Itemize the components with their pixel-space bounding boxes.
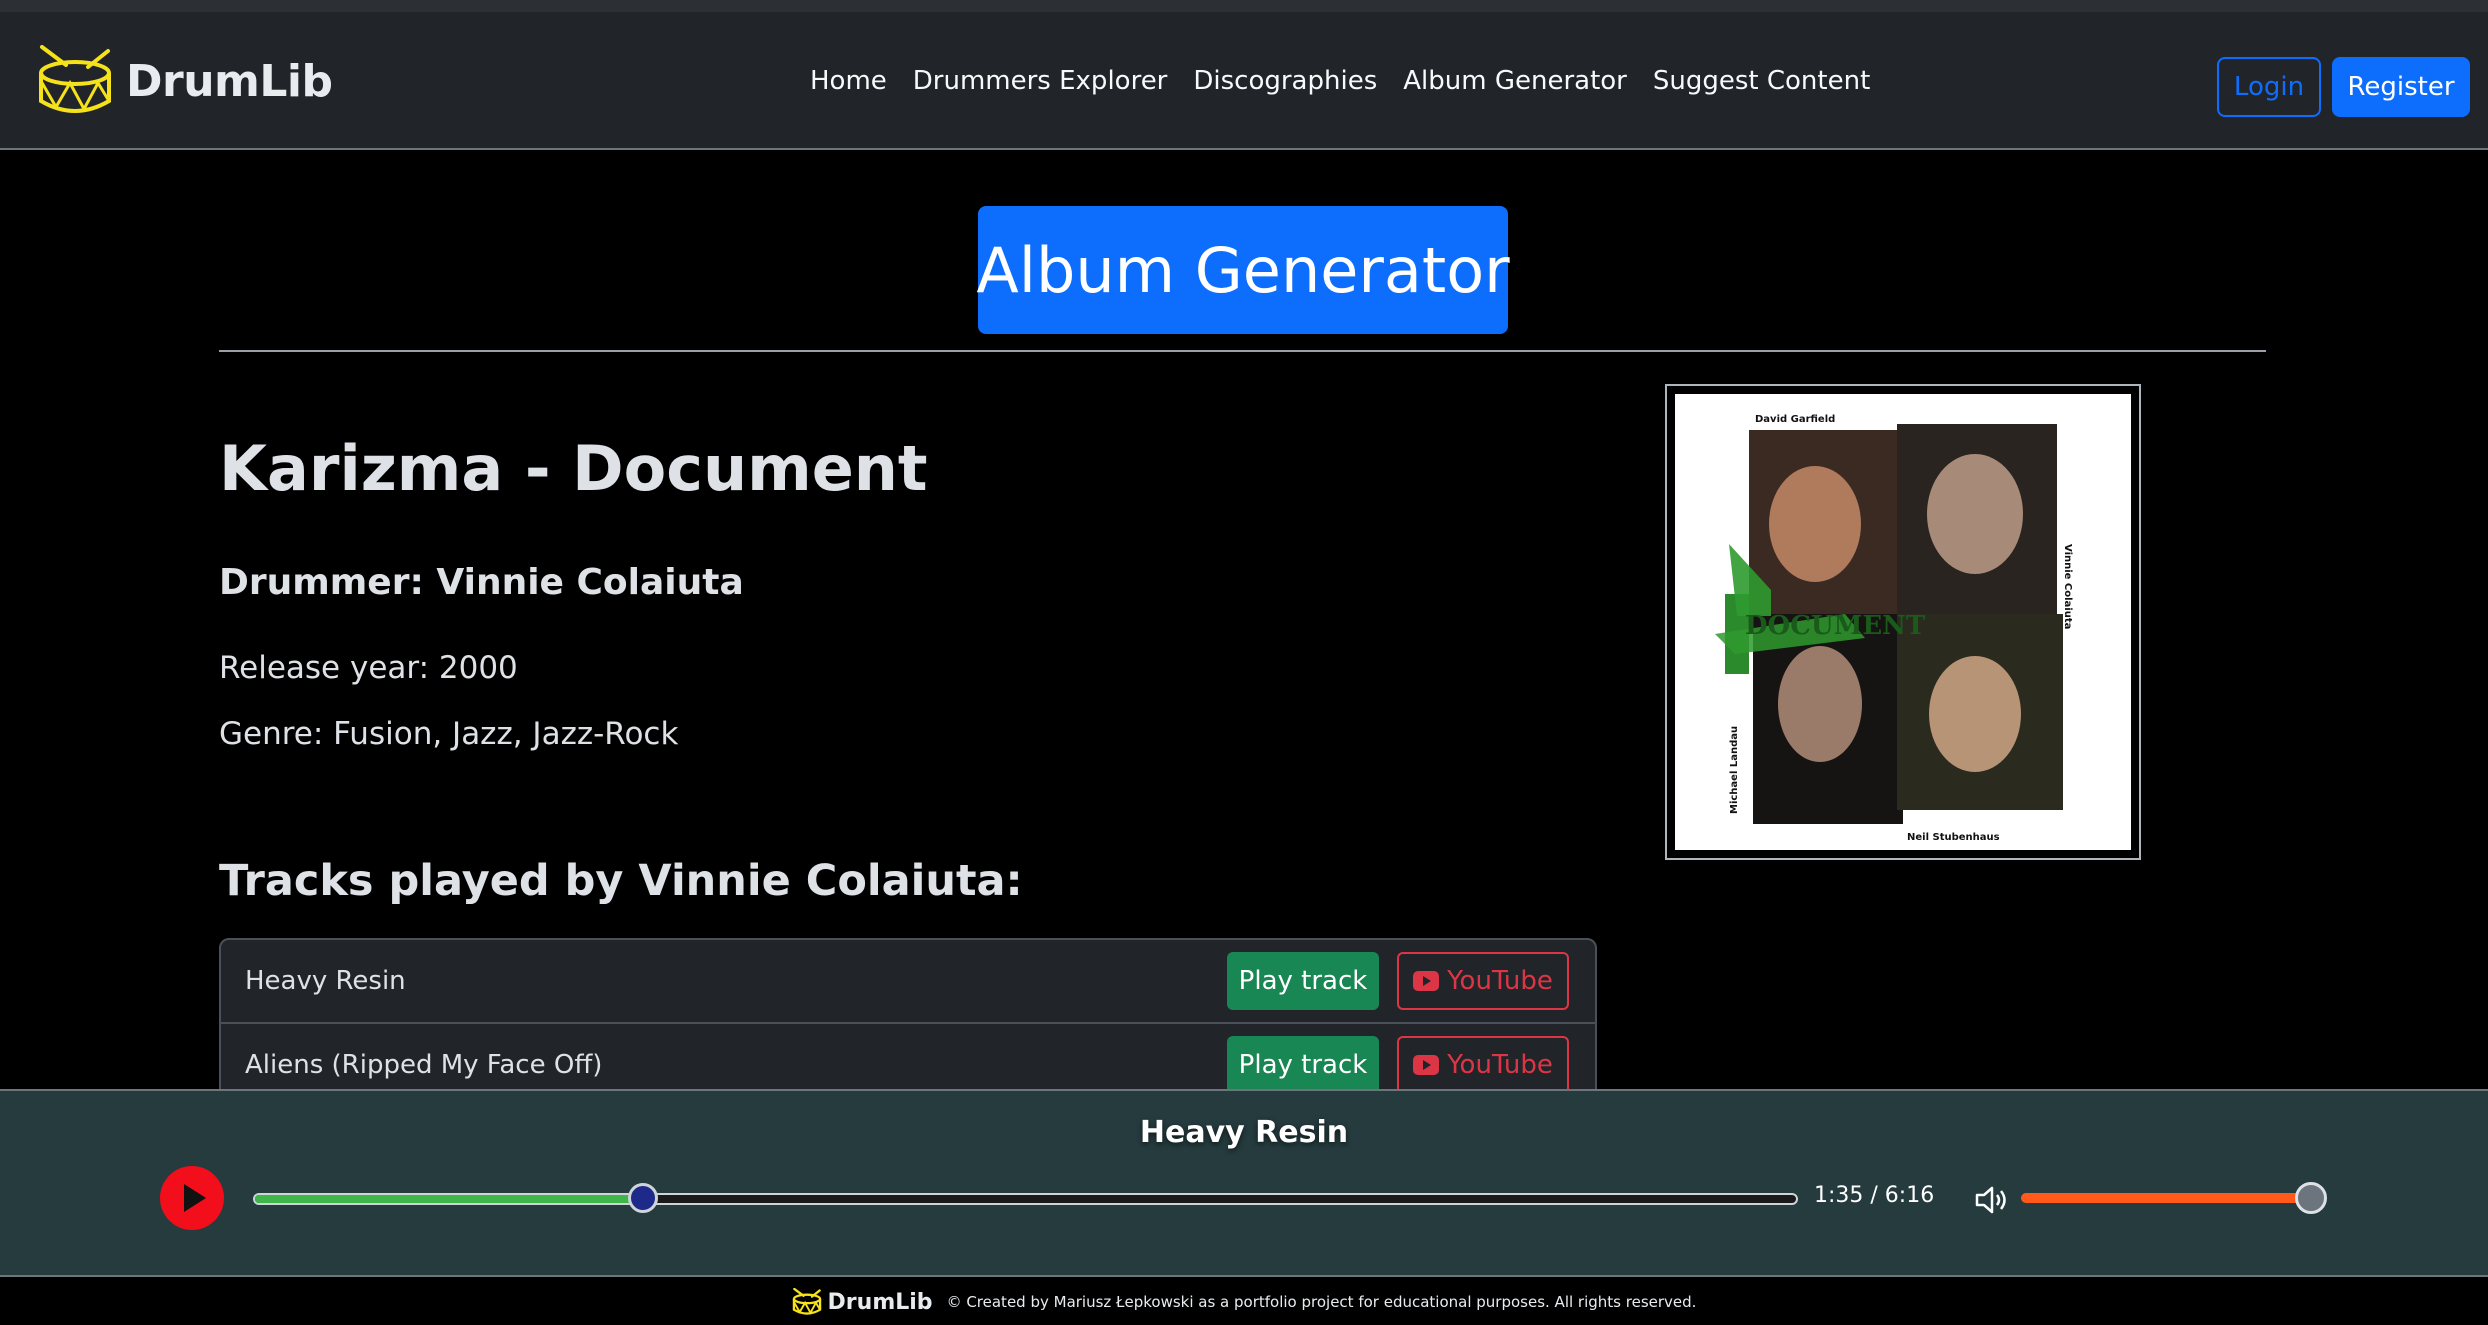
volume-slider[interactable]: [2021, 1193, 2311, 1203]
footer: DrumLib © Created by Mariusz Łepkowski a…: [0, 1279, 2488, 1325]
album-cover-art: DOCUMENT David Garfield Vinnie Colaiuta …: [1675, 394, 2131, 850]
audio-player: Heavy Resin 1:35 / 6:16: [0, 1089, 2488, 1277]
tracks-heading: Tracks played by Vinnie Colaiuta:: [219, 856, 1023, 906]
drum-icon: [39, 45, 111, 113]
login-button[interactable]: Login: [2217, 57, 2321, 117]
brand-logo[interactable]: DrumLib: [36, 36, 333, 126]
progress-thumb[interactable]: [628, 1183, 659, 1213]
youtube-label: YouTube: [1447, 1050, 1553, 1080]
nav-drummers-explorer[interactable]: Drummers Explorer: [913, 66, 1168, 96]
play-button[interactable]: [160, 1166, 224, 1230]
cover-logo-text: DOCUMENT: [1745, 611, 1926, 641]
nav-discographies[interactable]: Discographies: [1193, 66, 1377, 96]
cover-name-3: Michael Landau: [1729, 726, 1740, 814]
youtube-button[interactable]: YouTube: [1397, 1036, 1569, 1094]
track-name: Heavy Resin: [245, 966, 406, 996]
page-heading: Album Generator: [976, 206, 1510, 334]
track-list: Heavy Resin Play track YouTube Aliens (R…: [219, 938, 1597, 1110]
brand-name: DrumLib: [126, 55, 333, 107]
youtube-icon: [1413, 1055, 1440, 1075]
volume-fill: [2021, 1193, 2311, 1203]
footer-brand-name: DrumLib: [827, 1289, 933, 1315]
album-release-year: Release year: 2000: [219, 650, 518, 686]
volume-icon[interactable]: [1974, 1185, 2010, 1215]
youtube-button[interactable]: YouTube: [1397, 952, 1569, 1010]
now-playing-title: Heavy Resin: [1139, 1115, 1349, 1150]
nav-album-generator[interactable]: Album Generator: [1403, 66, 1627, 96]
nav-suggest-content[interactable]: Suggest Content: [1653, 66, 1870, 96]
cover-name-4: Neil Stubenhaus: [1907, 832, 2000, 843]
play-track-button[interactable]: Play track: [1227, 1036, 1379, 1094]
album-genre: Genre: Fusion, Jazz, Jazz-Rock: [219, 716, 679, 752]
track-row: Heavy Resin Play track YouTube: [221, 940, 1595, 1024]
divider: [219, 350, 2266, 352]
nav-links: Home Drummers Explorer Discographies Alb…: [810, 56, 1870, 106]
drum-icon: [792, 1288, 821, 1315]
progress-bar[interactable]: [253, 1193, 1798, 1205]
cover-name-1: David Garfield: [1755, 414, 1835, 425]
album-drummer: Drummer: Vinnie Colaiuta: [219, 562, 744, 603]
register-button[interactable]: Register: [2332, 57, 2470, 117]
footer-brand: DrumLib: [792, 1288, 933, 1316]
time-display: 1:35 / 6:16: [1814, 1183, 1935, 1208]
nav-home[interactable]: Home: [810, 66, 887, 96]
track-name: Aliens (Ripped My Face Off): [245, 1050, 603, 1080]
youtube-icon: [1413, 971, 1440, 991]
navbar: DrumLib Home Drummers Explorer Discograp…: [0, 12, 2488, 150]
youtube-label: YouTube: [1447, 966, 1553, 996]
album-cover-frame: DOCUMENT David Garfield Vinnie Colaiuta …: [1665, 384, 2141, 860]
progress-fill: [255, 1195, 645, 1203]
album-title: Karizma - Document: [219, 432, 928, 505]
volume-thumb[interactable]: [2295, 1182, 2327, 1214]
play-track-button[interactable]: Play track: [1227, 952, 1379, 1010]
album-cover: DOCUMENT David Garfield Vinnie Colaiuta …: [1675, 394, 2131, 850]
cover-name-2: Vinnie Colaiuta: [2062, 544, 2073, 629]
footer-copyright: © Created by Mariusz Łepkowski as a port…: [946, 1293, 1697, 1311]
top-strip: [0, 0, 2488, 12]
